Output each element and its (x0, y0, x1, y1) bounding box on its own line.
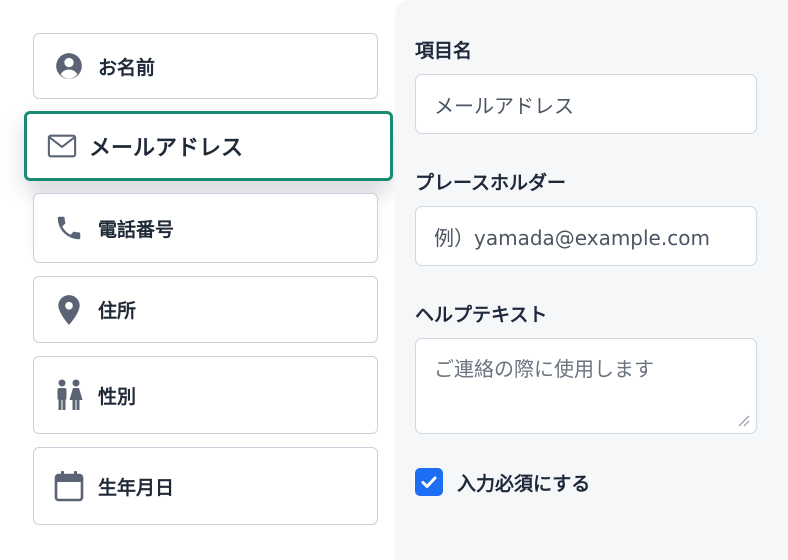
help-text-label: ヘルプテキスト (415, 304, 548, 326)
calendar-icon (54, 471, 84, 502)
field-item-gender[interactable]: 性別 (33, 356, 378, 434)
person-circle-icon (54, 51, 84, 81)
phone-icon (54, 213, 84, 243)
placeholder-label: プレースホルダー (415, 172, 567, 194)
gender-icon (54, 379, 84, 410)
item-name-input[interactable] (415, 74, 757, 134)
location-pin-icon (54, 294, 84, 325)
field-item-birthdate[interactable]: 生年月日 (33, 447, 378, 525)
placeholder-input[interactable] (415, 206, 757, 266)
field-item-address[interactable]: 住所 (33, 276, 378, 343)
field-item-label: 電話番号 (98, 218, 175, 241)
field-item-label: 性別 (98, 385, 137, 408)
item-name-label: 項目名 (415, 40, 473, 62)
field-item-name[interactable]: お名前 (33, 33, 378, 99)
checkmark-icon (421, 476, 437, 488)
field-item-label: お名前 (98, 56, 156, 79)
field-item-label: 住所 (98, 300, 137, 322)
field-item-label: メールアドレス (89, 136, 244, 161)
field-item-phone[interactable]: 電話番号 (33, 193, 378, 263)
resize-handle-icon[interactable] (734, 411, 750, 427)
envelope-icon (47, 131, 77, 161)
required-checkbox[interactable] (415, 468, 443, 496)
field-item-email[interactable]: メールアドレス (24, 111, 393, 181)
field-type-list: お名前 メールアドレス 電話番号 住所 性別 生年月日 (0, 0, 395, 560)
field-item-label: 生年月日 (98, 476, 175, 499)
required-checkbox-label: 入力必須にする (457, 472, 591, 495)
help-text-input[interactable] (415, 338, 757, 434)
required-checkbox-row[interactable]: 入力必須にする (415, 468, 590, 496)
field-settings-panel: 項目名 プレースホルダー ヘルプテキスト 入力必須にする (395, 0, 788, 560)
